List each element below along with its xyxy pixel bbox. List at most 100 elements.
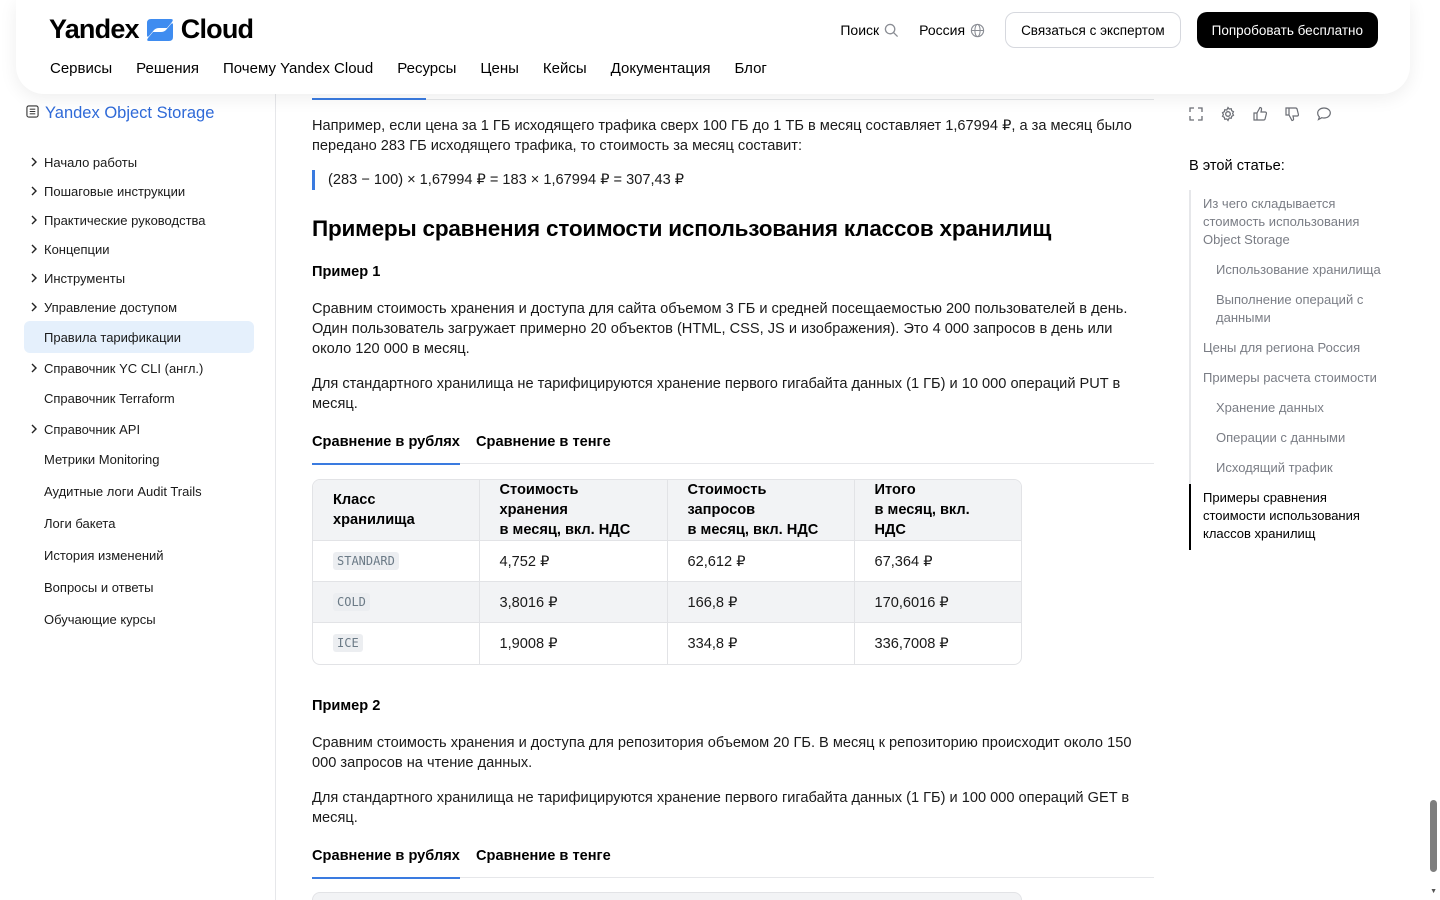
search-label: Поиск — [840, 22, 880, 38]
sidebar-item-label: Правила тарификации — [44, 329, 182, 345]
table-cell: 67,364 ₽ — [853, 540, 1021, 582]
sidebar-item-label: Концепции — [44, 241, 110, 257]
example1-paragraph2: Для стандартного хранилища не тарифициру… — [312, 376, 1121, 412]
nav-item-cases[interactable]: Кейсы — [543, 60, 587, 77]
fullscreen-icon[interactable] — [1188, 105, 1204, 123]
col-header-storage: Стоимость хранения в месяц, вкл. НДС — [478, 480, 667, 541]
sidebar-item-label: Инструменты — [44, 270, 126, 286]
sidebar-item[interactable]: Вопросы и ответы — [24, 571, 254, 603]
example1-paragraph1: Сравним стоимость хранения и доступа для… — [312, 301, 1128, 357]
toc-item[interactable]: Выполнение операций с данными — [1216, 291, 1386, 327]
scroll-down-arrow-icon[interactable]: ▼ — [1430, 888, 1437, 895]
sidebar-item-label: Управление доступом — [44, 299, 178, 315]
table-cell: 62,612 ₽ — [666, 540, 854, 582]
chevron-right-icon — [24, 244, 44, 254]
table-row: STANDARD 4,752 ₽ 62,612 ₽ 67,364 ₽ — [313, 540, 1021, 582]
sidebar-item[interactable]: Аудитные логи Audit Trails — [24, 475, 254, 507]
docs-sidebar: Yandex Object Storage Начало работы Пошаг… — [0, 94, 276, 900]
sidebar-item[interactable]: Справочник API — [24, 413, 254, 445]
sidebar-item[interactable]: Справочник Terraform — [24, 382, 254, 414]
sidebar-item[interactable]: Справочник YC CLI (англ.) — [24, 352, 254, 384]
toc-item[interactable]: Операции с данными — [1216, 429, 1386, 447]
tab-tenge[interactable]: Сравнение в тенге — [476, 434, 611, 464]
comparison-table-2 — [312, 892, 1022, 900]
dislike-icon[interactable] — [1284, 105, 1300, 123]
col-header-class: Класс хранилища — [313, 480, 479, 541]
table-cell: STANDARD — [313, 540, 479, 582]
tabs-divider-top — [312, 99, 1154, 100]
sidebar-item[interactable]: Обучающие курсы — [24, 603, 254, 635]
chevron-right-icon — [24, 363, 44, 373]
sidebar-item[interactable]: История изменений — [24, 539, 254, 571]
example2-title: Пример 2 — [312, 698, 381, 714]
col-header-requests: Стоимость запросов в месяц, вкл. НДС — [666, 480, 854, 541]
toc-item[interactable]: Использование хранилища — [1216, 261, 1396, 279]
nav-item-docs[interactable]: Документация — [611, 60, 711, 77]
table-cell: 170,6016 ₽ — [853, 581, 1021, 623]
chevron-right-icon — [24, 273, 44, 283]
region-selector[interactable]: Россия — [919, 22, 985, 38]
toc-item[interactable]: Исходящий трафик — [1216, 459, 1386, 477]
table-cell: 334,8 ₽ — [666, 622, 854, 664]
site-header: Yandex Cloud Поиск Россия Связаться с эк… — [16, 0, 1410, 94]
chevron-right-icon — [24, 186, 44, 196]
table-row: COLD 3,8016 ₽ 166,8 ₽ 170,6016 ₽ — [313, 581, 1021, 623]
search-link[interactable]: Поиск — [840, 22, 899, 38]
tab-tenge-2[interactable]: Сравнение в тенге — [476, 848, 611, 878]
table-header-row: Класс хранилища Стоимость хранения в мес… — [313, 480, 1021, 541]
toc-item[interactable]: Примеры расчета стоимости — [1203, 369, 1388, 387]
sidebar-title[interactable]: Yandex Object Storage — [26, 104, 214, 123]
sidebar-item[interactable]: Начало работы — [24, 146, 254, 178]
nav-item-solutions[interactable]: Решения — [136, 60, 199, 77]
toc-item[interactable]: Цены для региона Россия — [1203, 339, 1388, 357]
settings-icon[interactable] — [1220, 105, 1236, 123]
example1-tabs: Сравнение в рублях Сравнение в тенге — [312, 434, 1154, 465]
comment-icon[interactable] — [1316, 105, 1332, 123]
sidebar-item-label: Практические руководства — [44, 212, 206, 228]
sidebar-item[interactable]: Пошаговые инструкции — [24, 175, 254, 207]
table-cell: COLD — [313, 581, 479, 623]
toc-item[interactable]: Хранение данных — [1216, 399, 1386, 417]
sidebar-item[interactable]: Правила тарификации — [24, 321, 254, 353]
sidebar-item[interactable]: Практические руководства — [24, 204, 254, 236]
chevron-right-icon — [24, 215, 44, 225]
sidebar-item-label: Справочник API — [44, 421, 141, 437]
contact-expert-button[interactable]: Связаться с экспертом — [1005, 12, 1181, 48]
toc-item[interactable]: Из чего складывается стоимость использов… — [1203, 195, 1383, 249]
try-free-button[interactable]: Попробовать бесплатно — [1196, 12, 1378, 48]
nav-item-resources[interactable]: Ресурсы — [397, 60, 456, 77]
active-tab-indicator-top — [312, 98, 426, 100]
storage-class-code: STANDARD — [333, 552, 399, 570]
logo-text-yandex: Yandex — [49, 14, 140, 44]
toc-item-active[interactable]: Примеры сравнения стоимости использовани… — [1203, 489, 1378, 543]
nav-item-services[interactable]: Сервисы — [50, 60, 112, 77]
sidebar-item-label: Обучающие курсы — [44, 611, 156, 627]
sidebar-item[interactable]: Логи бакета — [24, 507, 254, 539]
nav-item-blog[interactable]: Блог — [734, 60, 766, 77]
table-cell: ICE — [313, 622, 479, 664]
sidebar-item[interactable]: Инструменты — [24, 262, 254, 294]
sidebar-item-label: История изменений — [44, 547, 164, 563]
nav-item-prices[interactable]: Цены — [480, 60, 519, 77]
sidebar-item[interactable]: Метрики Monitoring — [24, 443, 254, 475]
chevron-right-icon — [24, 424, 44, 434]
sidebar-item[interactable]: Концепции — [24, 233, 254, 265]
logo-text-cloud: Cloud — [180, 14, 254, 44]
scrollbar-thumb[interactable] — [1430, 800, 1437, 872]
yandex-cloud-logo[interactable]: Yandex Cloud — [49, 14, 254, 45]
storage-class-code: COLD — [333, 593, 370, 611]
globe-icon — [970, 23, 985, 38]
sidebar-item-label: Вопросы и ответы — [44, 579, 154, 595]
table-cell: 3,8016 ₽ — [478, 581, 667, 623]
sidebar-item-label: Пошаговые инструкции — [44, 183, 186, 199]
example2-paragraph2: Для стандартного хранилища не тарифициру… — [312, 790, 1130, 826]
tab-rubles-2[interactable]: Сравнение в рублях — [312, 848, 460, 879]
like-icon[interactable] — [1252, 105, 1268, 123]
tab-rubles[interactable]: Сравнение в рублях — [312, 434, 460, 465]
nav-item-why[interactable]: Почему Yandex Cloud — [223, 60, 373, 77]
page-scrollbar[interactable]: ▼ — [1428, 94, 1440, 900]
sidebar-item[interactable]: Управление доступом — [24, 291, 254, 323]
sidebar-item-label: Метрики Monitoring — [44, 451, 160, 467]
example2-tabs: Сравнение в рублях Сравнение в тенге — [312, 848, 1154, 879]
search-icon — [884, 23, 899, 38]
